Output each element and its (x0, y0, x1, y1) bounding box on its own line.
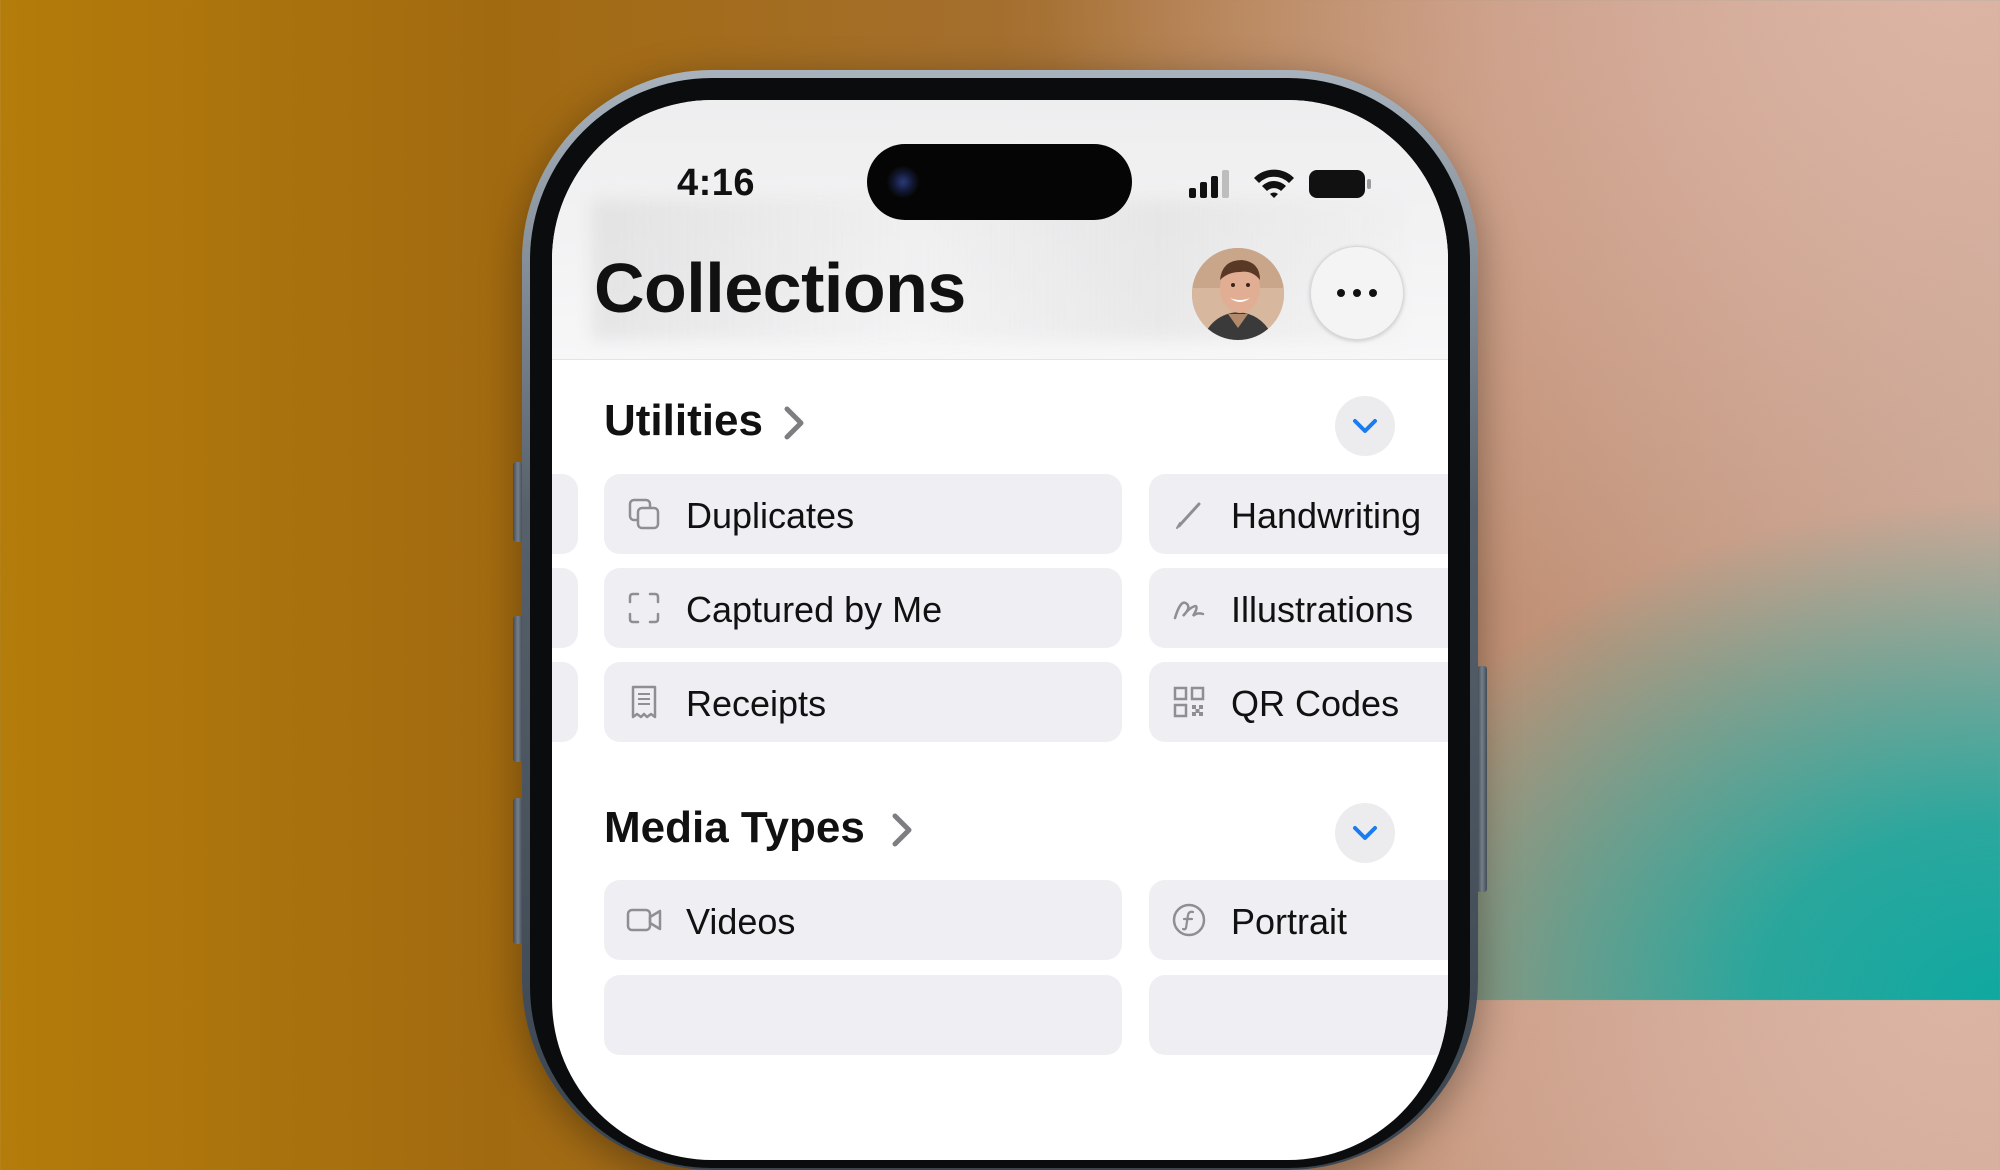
pencil-icon (1176, 502, 1201, 529)
collection-tile-peek[interactable] (552, 474, 578, 554)
section-title-media-types[interactable]: Media Types (604, 803, 865, 853)
collection-tile-portrait[interactable]: Portrait (1149, 880, 1448, 960)
ellipsis-icon (1337, 289, 1345, 297)
ellipsis-dot (1369, 289, 1377, 297)
ellipsis-dot (1353, 289, 1361, 297)
avatar-photo (1192, 248, 1284, 340)
tile-label: Receipts (686, 683, 827, 724)
more-options-button[interactable] (1310, 246, 1404, 340)
collection-tile-partial[interactable] (1149, 975, 1448, 1055)
tile-label: QR Codes (1231, 683, 1400, 724)
front-camera-icon (887, 166, 919, 198)
duplicates-icon (628, 498, 660, 530)
collapse-media-types-button[interactable] (1335, 803, 1395, 863)
phone-screen: 4:16 Collections Utilities Duplicates Ha… (552, 100, 1448, 1160)
collection-tile-captured-by-me[interactable]: Captured by Me (604, 568, 1122, 648)
tile-label: Illustrations (1231, 589, 1414, 630)
tile-label: Handwriting (1231, 495, 1422, 536)
portrait-f-icon (1172, 903, 1206, 937)
chevron-down-icon (1353, 419, 1377, 433)
chevron-right-icon[interactable] (781, 403, 807, 443)
cellular-signal-icon (1189, 170, 1229, 198)
collection-tile-partial[interactable] (604, 975, 1122, 1055)
header-divider (552, 359, 1448, 360)
dynamic-island (867, 144, 1132, 220)
video-icon (626, 908, 662, 932)
collapse-utilities-button[interactable] (1335, 396, 1395, 456)
collection-tile-peek[interactable] (552, 568, 578, 648)
collection-tile-duplicates[interactable]: Duplicates (604, 474, 1122, 554)
collection-tile-receipts[interactable]: Receipts (604, 662, 1122, 742)
scribble-icon (1173, 601, 1205, 620)
status-icons (1187, 166, 1377, 202)
chevron-down-icon (1353, 826, 1377, 840)
status-time: 4:16 (677, 162, 756, 204)
collection-tile-qr-codes[interactable]: QR Codes (1149, 662, 1448, 742)
tile-label: Portrait (1231, 901, 1348, 942)
tile-label: Videos (686, 901, 796, 942)
tile-label: Captured by Me (686, 589, 943, 630)
section-title-utilities[interactable]: Utilities (604, 396, 763, 446)
collection-tile-illustrations[interactable]: Illustrations (1149, 568, 1448, 648)
receipt-icon (631, 685, 657, 719)
chevron-right-icon[interactable] (889, 810, 915, 850)
wifi-icon (1254, 169, 1294, 198)
collection-tile-peek[interactable] (552, 662, 578, 742)
viewfinder-icon (628, 592, 660, 624)
battery-icon (1309, 170, 1371, 198)
power-button (1477, 666, 1487, 892)
collection-tile-handwriting[interactable]: Handwriting (1149, 474, 1448, 554)
tile-label: Duplicates (686, 495, 855, 536)
collection-tile-videos[interactable]: Videos (604, 880, 1122, 960)
page-title: Collections (594, 249, 966, 327)
profile-avatar[interactable] (1192, 248, 1284, 340)
qr-code-icon (1173, 686, 1205, 718)
